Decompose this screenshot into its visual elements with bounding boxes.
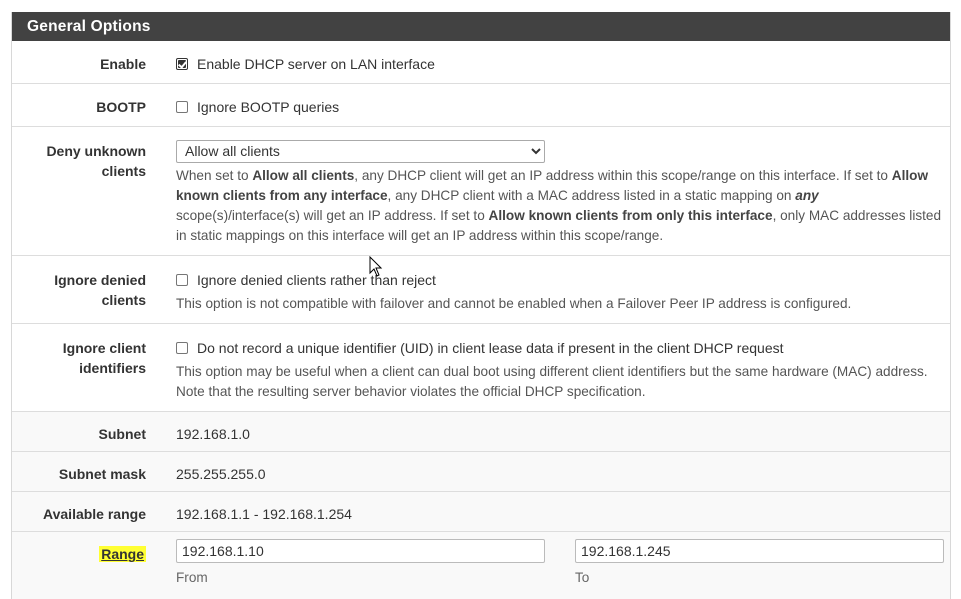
range-inputs: From To (176, 539, 950, 588)
deny-unknown-select[interactable]: Allow all clients (176, 139, 545, 163)
row-ignore-denied: Ignore denied clients Ignore denied clie… (12, 256, 950, 324)
subnet-mask-label: Subnet mask (58, 466, 146, 482)
range-label-cell: Range (12, 532, 146, 599)
bootp-label: BOOTP (96, 99, 146, 115)
row-subnet: Subnet 192.168.1.0 (12, 412, 950, 452)
row-enable: Enable Enable DHCP server on LAN interfa… (12, 41, 950, 84)
available-range-label: Available range (43, 506, 146, 522)
subnet-value: 192.168.1.0 (176, 426, 250, 442)
row-ignore-client-id: Ignore client identifiers Do not record … (12, 324, 950, 412)
available-range-value: 192.168.1.1 - 192.168.1.254 (176, 506, 352, 522)
bootp-checkbox-label[interactable]: Ignore BOOTP queries (197, 97, 339, 117)
ignore-denied-checkbox-line[interactable]: Ignore denied clients rather than reject (176, 270, 944, 290)
deny-unknown-help: When set to Allow all clients, any DHCP … (176, 167, 942, 243)
row-range: Range From To (12, 532, 950, 599)
range-to-label: To (575, 570, 590, 585)
ignore-client-id-checkbox-line[interactable]: Do not record a unique identifier (UID) … (176, 338, 944, 358)
bootp-checkbox[interactable] (176, 101, 188, 113)
ignore-client-id-checkbox[interactable] (176, 342, 188, 354)
enable-label: Enable (100, 56, 146, 72)
row-available-range: Available range 192.168.1.1 - 192.168.1.… (12, 492, 950, 532)
ignore-client-id-label: Ignore client identifiers (62, 340, 146, 376)
enable-checkbox[interactable] (176, 58, 188, 70)
ignore-denied-checkbox-label[interactable]: Ignore denied clients rather than reject (197, 270, 436, 290)
ignore-client-id-checkbox-label[interactable]: Do not record a unique identifier (UID) … (197, 338, 784, 358)
enable-checkbox-line[interactable]: Enable DHCP server on LAN interface (176, 54, 944, 74)
range-from-label: From (176, 570, 208, 585)
range-to-input[interactable] (575, 539, 944, 563)
range-to-group: To (575, 539, 950, 588)
range-label: Range (99, 546, 146, 562)
range-from-group: From (176, 539, 575, 588)
bootp-checkbox-line[interactable]: Ignore BOOTP queries (176, 97, 944, 117)
ignore-client-id-help: This option may be useful when a client … (176, 364, 928, 399)
panel-title: General Options (12, 12, 950, 41)
row-subnet-mask: Subnet mask 255.255.255.0 (12, 452, 950, 492)
range-from-input[interactable] (176, 539, 545, 563)
ignore-denied-help: This option is not compatible with failo… (176, 296, 852, 311)
row-bootp: BOOTP Ignore BOOTP queries (12, 84, 950, 127)
enable-checkbox-label[interactable]: Enable DHCP server on LAN interface (197, 54, 435, 74)
general-options-panel: General Options Enable Enable DHCP serve… (11, 12, 951, 599)
subnet-mask-value: 255.255.255.0 (176, 466, 266, 482)
row-deny-unknown: Deny unknown clients Allow all clients W… (12, 127, 950, 256)
subnet-label: Subnet (98, 426, 146, 442)
ignore-denied-checkbox[interactable] (176, 274, 188, 286)
ignore-denied-label: Ignore denied clients (54, 272, 146, 308)
deny-unknown-label: Deny unknown clients (46, 143, 146, 179)
